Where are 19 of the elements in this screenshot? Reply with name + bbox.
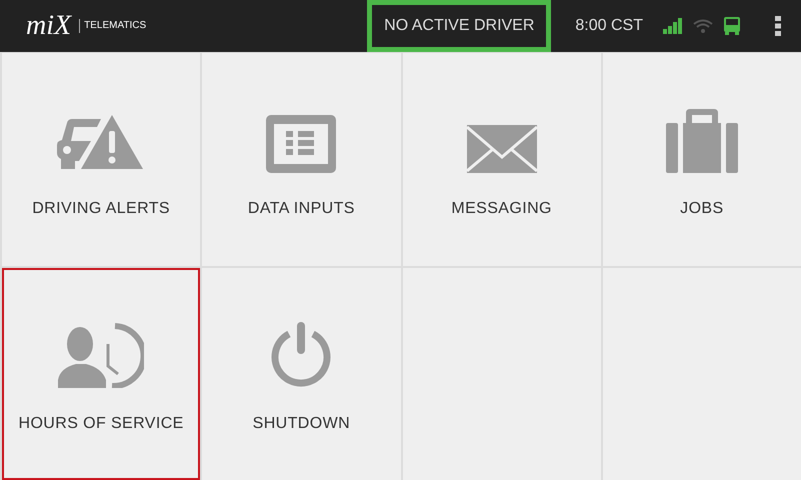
- briefcase-icon: [666, 109, 738, 173]
- menu-tile[interactable]: SHUTDOWN: [202, 268, 400, 480]
- list-form-icon: [266, 115, 336, 173]
- logo: miX: [26, 12, 72, 40]
- person-clock-icon: [58, 322, 144, 388]
- menu-tile[interactable]: MESSAGING: [402, 53, 601, 266]
- signal-icon: [663, 18, 683, 34]
- power-icon: [271, 322, 332, 388]
- product-name: TELEMATICS: [79, 19, 146, 33]
- clock: 8:00 CST: [575, 16, 643, 36]
- truck-icon: [723, 17, 741, 35]
- menu-tile[interactable]: HOURS OF SERVICE: [2, 268, 200, 480]
- menu-tile[interactable]: DRIVING ALERTS: [2, 53, 200, 266]
- menu-tile[interactable]: DATA INPUTS: [202, 53, 400, 266]
- driver-status[interactable]: NO ACTIVE DRIVER: [367, 0, 552, 52]
- more-icon[interactable]: [775, 16, 781, 36]
- menu-tile[interactable]: JOBS: [602, 53, 801, 266]
- wifi-icon: [693, 19, 713, 33]
- envelope-icon: [466, 125, 537, 173]
